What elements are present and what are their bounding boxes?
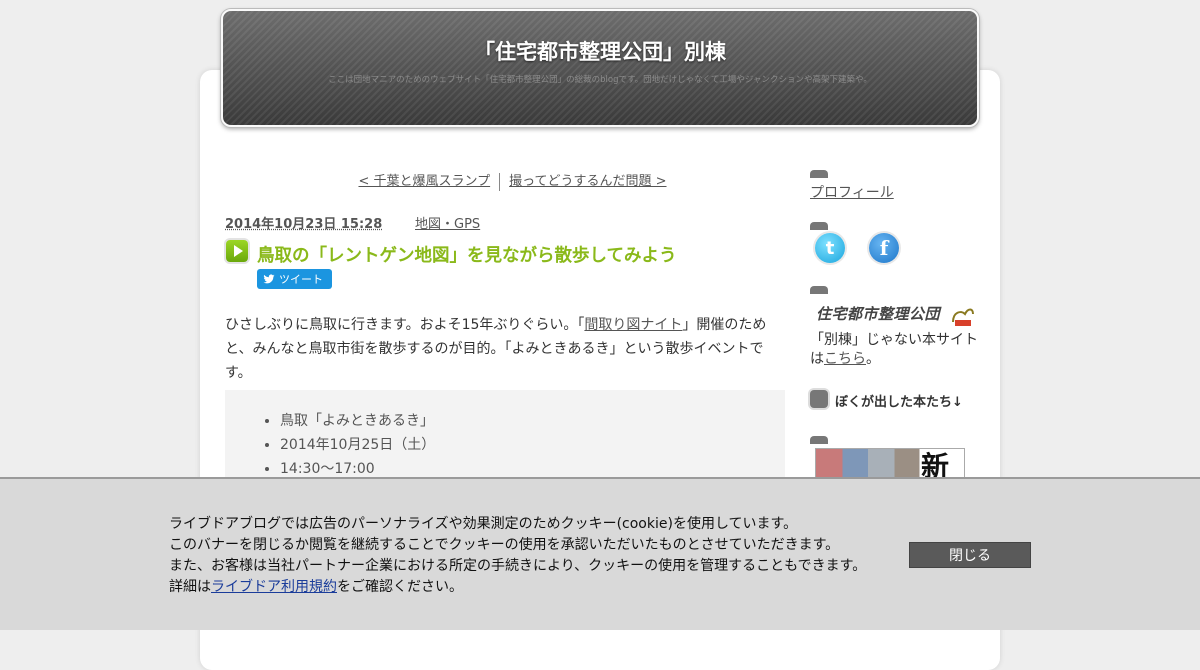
post-title[interactable]: 鳥取の「レントゲン地図」を見ながら散歩してみよう xyxy=(257,242,676,267)
play-icon xyxy=(226,240,248,262)
main-site-text: 「別棟」じゃない本サイトはこちら。 xyxy=(810,331,990,369)
books-heading-icon xyxy=(810,390,828,408)
cookie-consent-banner: ライブドアブログでは広告のパーソナライズや効果測定のためクッキー(cookie)… xyxy=(0,477,1200,630)
sidebar-tab-marker xyxy=(810,286,828,294)
cookie-text-line: また、お客様は当社パートナー企業における所定の手続きにより、クッキーの使用を管理… xyxy=(169,558,867,574)
post-meta: 2014年10月23日 15:28 地図・GPS xyxy=(225,213,480,232)
twitter-icon[interactable]: t xyxy=(815,233,845,263)
facebook-icon[interactable]: f xyxy=(869,233,899,263)
next-post-link[interactable]: 撮ってどうするんだ問題 > xyxy=(509,174,666,189)
close-button[interactable]: 閉じる xyxy=(909,542,1031,568)
body-text-1: ひさしぶりに鳥取に行きます。およそ15年ぶりぐらい。「 xyxy=(225,317,585,333)
post-date[interactable]: 2014年10月23日 15:28 xyxy=(225,217,382,232)
cookie-text-line: ライブドアブログでは広告のパーソナライズや効果測定のためクッキー(cookie)… xyxy=(169,516,798,532)
terms-link[interactable]: ライブドア利用規約 xyxy=(211,579,337,595)
main-site-text-2: 。 xyxy=(866,351,880,367)
post-category-link[interactable]: 地図・GPS xyxy=(415,213,480,232)
cookie-text-line: 詳細はライブドア利用規約をご確認ください。 xyxy=(169,577,866,598)
pager-divider xyxy=(499,172,501,191)
main-site-logo[interactable]: 住宅都市整理公団 xyxy=(816,303,940,324)
books-heading: ぼくが出した本たち↓ xyxy=(835,395,963,410)
list-item: 2014年10月25日（土） xyxy=(280,433,785,457)
list-item: 鳥取「よみときあるき」 xyxy=(280,409,785,433)
sidebar-tab-marker xyxy=(810,222,828,230)
blog-title[interactable]: 「住宅都市整理公団」別棟 xyxy=(223,36,977,66)
event-info-list: 鳥取「よみときあるき」 2014年10月25日（土） 14:30～17:00 xyxy=(225,390,785,481)
blog-description: ここは団地マニアのためのウェブサイト「住宅都市整理公団」の総裁のblogです。団… xyxy=(328,75,872,85)
cookie-text-suffix: をご確認ください。 xyxy=(337,579,463,595)
prev-post-link[interactable]: < 千葉と爆風スランプ xyxy=(358,174,490,189)
sidebar-tab-marker xyxy=(810,170,828,178)
main-site-link[interactable]: こちら xyxy=(824,351,866,367)
madori-night-link[interactable]: 間取り図ナイト xyxy=(584,317,682,333)
logo-mark-icon xyxy=(952,308,974,326)
sidebar-tab-marker xyxy=(810,436,828,444)
cookie-text-line: このバナーを閉じるか閲覧を継続することでクッキーの使用を承認いただいたものとさせ… xyxy=(169,537,840,553)
twitter-bird-icon xyxy=(263,274,275,284)
cookie-text-prefix: 詳細は xyxy=(169,579,211,595)
tweet-button[interactable]: ツイート xyxy=(257,269,332,289)
event-info-box: 鳥取「よみときあるき」 2014年10月25日（土） 14:30～17:00 xyxy=(225,390,785,490)
post-pager: < 千葉と爆風スランプ 撮ってどうするんだ問題 > xyxy=(225,170,800,191)
blog-header: 「住宅都市整理公団」別棟 ここは団地マニアのためのウェブサイト「住宅都市整理公団… xyxy=(221,9,979,127)
tweet-button-label: ツイート xyxy=(279,273,323,286)
cookie-consent-text: ライブドアブログでは広告のパーソナライズや効果測定のためクッキー(cookie)… xyxy=(169,514,866,598)
post-body: ひさしぶりに鳥取に行きます。およそ15年ぶりぐらい。「間取り図ナイト」開催のため… xyxy=(225,313,781,385)
profile-link[interactable]: プロフィール xyxy=(810,182,894,202)
